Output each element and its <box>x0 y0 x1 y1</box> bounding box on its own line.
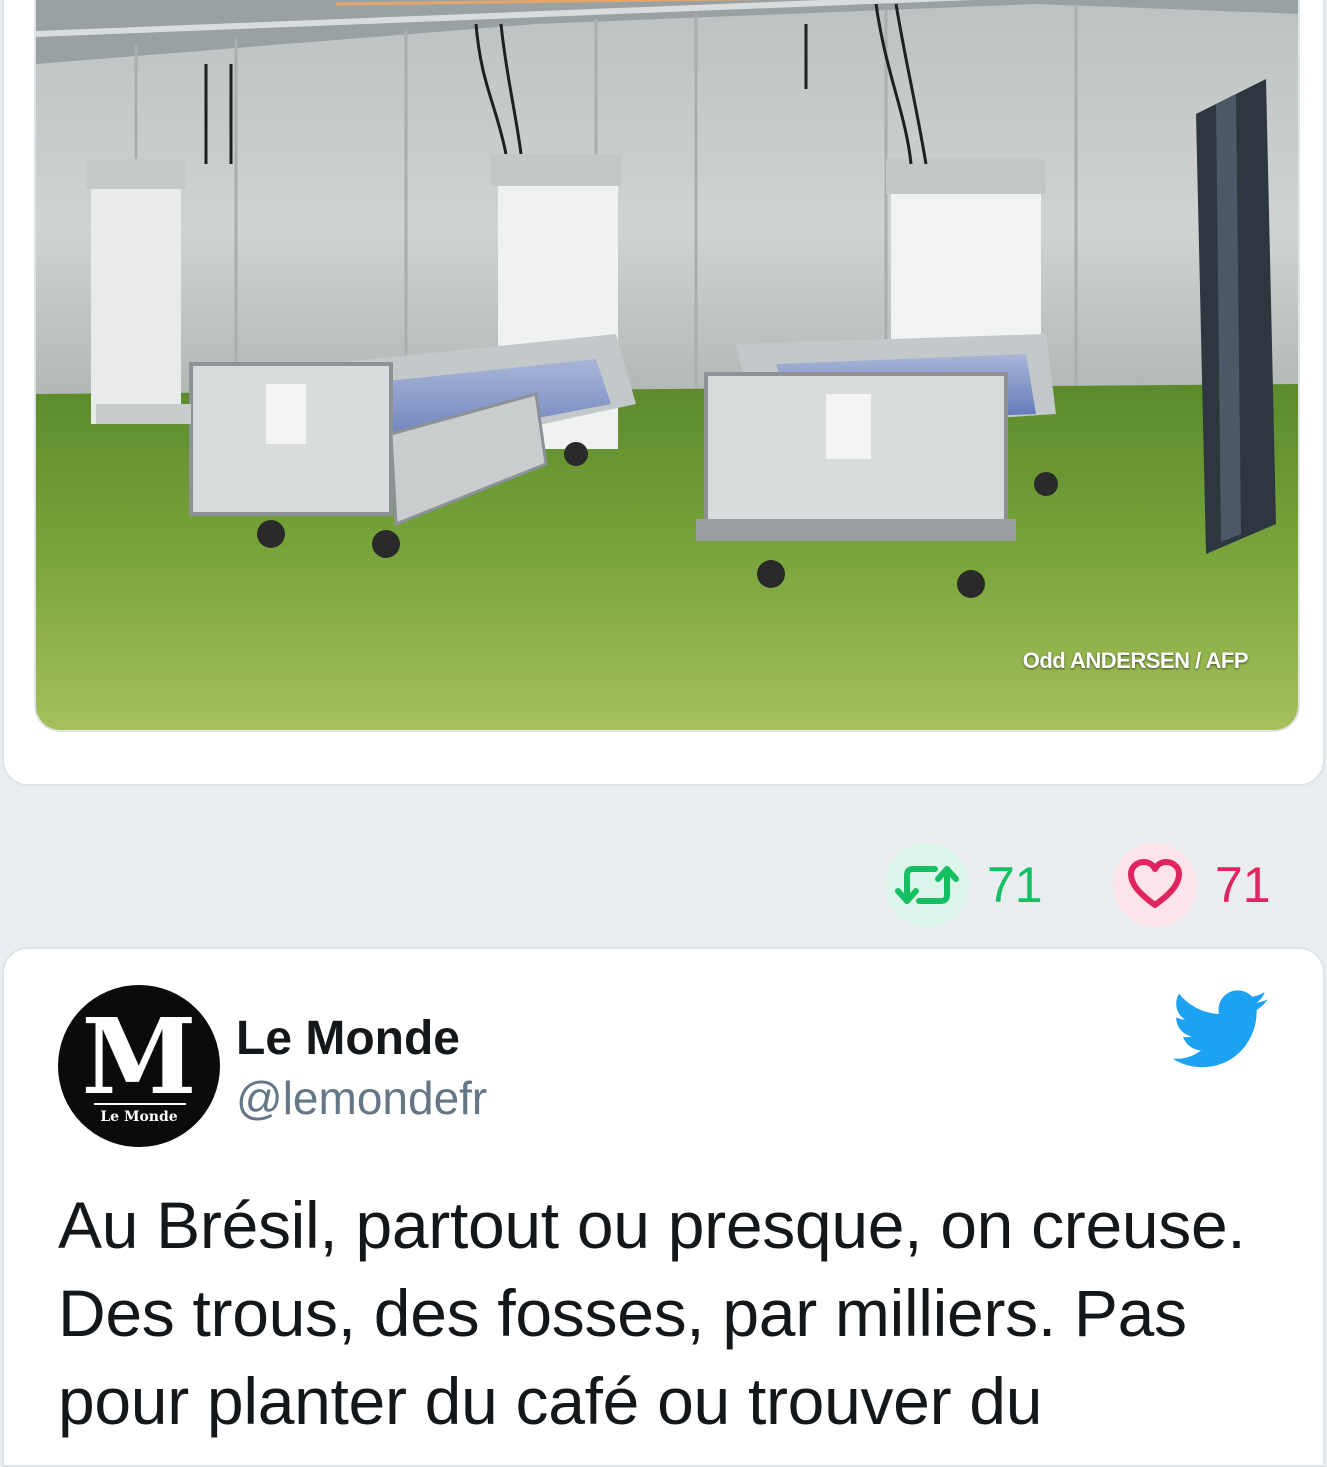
author-avatar[interactable]: M Le Monde <box>58 985 220 1147</box>
author-name[interactable]: Le Monde <box>236 1011 460 1066</box>
hospital-beds-photo <box>36 0 1298 730</box>
svg-text:Le Monde: Le Monde <box>100 1109 177 1125</box>
like-count: 71 <box>1215 857 1271 913</box>
author-handle[interactable]: @lemondefr <box>236 1071 487 1125</box>
tweet-media-photo[interactable]: Odd ANDERSEN / AFP <box>34 0 1300 732</box>
tweet-card: M Le Monde Le Monde @lemondefr Au Brésil… <box>2 947 1325 1467</box>
twitter-bird-icon[interactable] <box>1172 989 1269 1071</box>
twitter-bird-svg <box>1172 990 1268 1068</box>
retweet-icon <box>895 866 959 904</box>
tweet-text: Au Brésil, partout ou presque, on creuse… <box>58 1188 1246 1438</box>
tweet-engagement-bar: 71 71 <box>0 842 1327 928</box>
le-monde-logo-icon: M Le Monde <box>81 995 196 1125</box>
retweet-icon-container <box>885 843 969 927</box>
photo-credit: Odd ANDERSEN / AFP <box>1022 648 1249 673</box>
retweet-count: 71 <box>987 857 1043 913</box>
svg-text:M: M <box>81 995 196 1118</box>
like-button[interactable]: 71 <box>1113 842 1271 928</box>
heart-icon <box>1128 859 1182 908</box>
retweet-button[interactable]: 71 <box>885 842 1043 928</box>
embedded-tweet-card: Odd ANDERSEN / AFP <box>2 0 1325 786</box>
like-icon-container <box>1113 843 1197 927</box>
